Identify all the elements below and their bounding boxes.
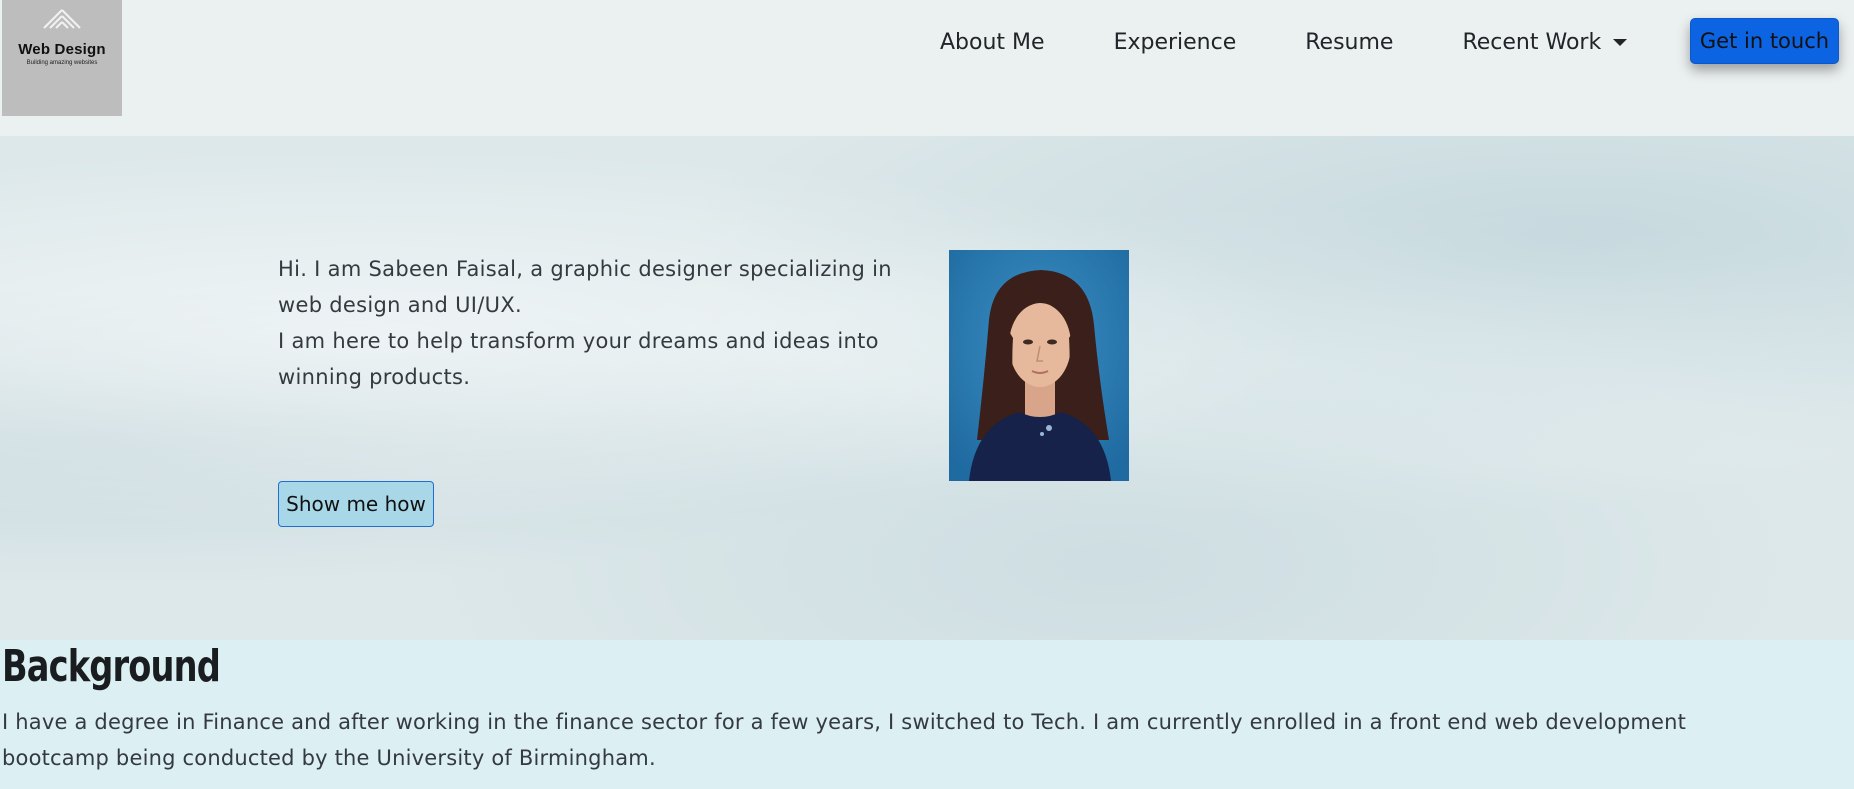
background-heading: Background	[2, 641, 221, 692]
nav-recent-work-dropdown[interactable]: Recent Work	[1462, 30, 1628, 55]
portrait-photo	[949, 250, 1129, 481]
hero-section: Hi. I am Sabeen Faisal, a graphic design…	[0, 136, 1854, 640]
hero-intro-line-2: I am here to help transform your dreams …	[278, 329, 879, 389]
hero-intro-line-1: Hi. I am Sabeen Faisal, a graphic design…	[278, 257, 892, 317]
logo[interactable]: Web Design Building amazing websites	[2, 0, 122, 116]
nav-experience-link[interactable]: Experience	[1114, 30, 1237, 55]
caret-down-icon	[1613, 39, 1628, 46]
hero-intro: Hi. I am Sabeen Faisal, a graphic design…	[278, 251, 908, 395]
site-header: Web Design Building amazing websites Abo…	[0, 0, 1854, 136]
background-paragraph: I have a degree in Finance and after wor…	[2, 710, 1687, 770]
logo-subtitle: Building amazing websites	[26, 60, 98, 66]
main-nav: About Me Experience Resume Recent Work	[940, 30, 1628, 55]
logo-title: Web Design	[18, 41, 106, 58]
get-in-touch-button[interactable]: Get in touch	[1690, 18, 1839, 64]
nav-resume-link[interactable]: Resume	[1305, 30, 1393, 55]
diamond-logo-icon	[43, 9, 81, 29]
show-me-how-button[interactable]: Show me how	[278, 481, 434, 527]
background-section: Background I have a degree in Finance an…	[0, 640, 1854, 789]
nav-recent-work-label: Recent Work	[1462, 30, 1602, 55]
nav-about-link[interactable]: About Me	[940, 30, 1045, 55]
